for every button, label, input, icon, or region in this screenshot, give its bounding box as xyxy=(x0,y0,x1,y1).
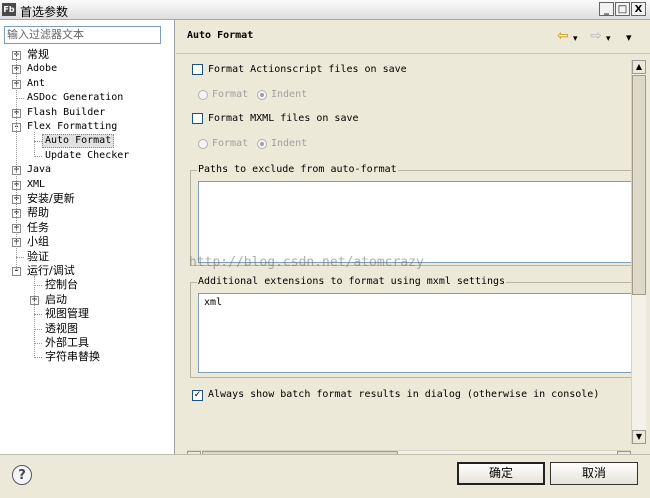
tree-item-label: 常规 xyxy=(27,48,49,61)
tree-connector xyxy=(34,329,42,330)
mxml-indent-radio-label: Indent xyxy=(271,138,308,149)
format-mxml-label: Format MXML files on save xyxy=(208,113,359,124)
filter-input[interactable]: 输入过滤器文本 xyxy=(4,26,161,44)
tree-item-label: 外部工具 xyxy=(45,336,89,349)
vertical-scrollbar[interactable]: ▲ ▼ xyxy=(631,60,646,444)
watermark-text: http://blog.csdn.net/atomcrazy xyxy=(189,255,424,270)
page-header: Auto Format ⇦ ▾ ⇨ ▾ ▾ xyxy=(176,20,650,54)
tree-guide-line xyxy=(16,53,17,269)
tree-item-label: 控制台 xyxy=(45,278,78,291)
back-arrow-icon[interactable]: ⇦ xyxy=(557,29,569,43)
cancel-button[interactable]: 取消 xyxy=(550,462,638,485)
ok-button[interactable]: 确定 xyxy=(457,462,545,485)
tree-guide-line xyxy=(34,132,35,157)
as-format-radio-label: Format xyxy=(212,89,249,100)
tree-connector xyxy=(16,257,24,258)
tree-item-label: Adobe xyxy=(27,63,58,74)
mxml-indent-radio[interactable] xyxy=(257,139,267,149)
as-indent-radio-label: Indent xyxy=(271,89,308,100)
tree-item-label: 小组 xyxy=(27,235,49,248)
close-button[interactable]: X xyxy=(631,2,646,16)
scroll-down-icon[interactable]: ▼ xyxy=(632,430,646,444)
tree-item-label: XML xyxy=(27,179,46,190)
tree-connector xyxy=(16,98,24,99)
title-bar: Fb 首选参数 _ □ X xyxy=(0,0,650,20)
as-format-radio[interactable] xyxy=(198,90,208,100)
minimize-button[interactable]: _ xyxy=(599,2,614,16)
format-mxml-checkbox[interactable] xyxy=(192,113,203,124)
tree-connector xyxy=(34,141,42,142)
tree-item-label: Java xyxy=(27,164,52,175)
exclude-paths-group: Paths to exclude from auto-format xyxy=(190,164,634,266)
tree-item-label: 字符串替换 xyxy=(45,350,100,363)
tree-connector xyxy=(34,314,42,315)
tree-item-label: Ant xyxy=(27,78,46,89)
tree-item-label: Flash Builder xyxy=(27,107,106,118)
tree-item-label: 验证 xyxy=(27,250,49,263)
settings-panel: Auto Format ⇦ ▾ ⇨ ▾ ▾ Format Actionscrip… xyxy=(176,20,650,466)
tree-item-label: Update Checker xyxy=(45,150,130,161)
maximize-button[interactable]: □ xyxy=(615,2,630,16)
batch-results-label: Always show batch format results in dial… xyxy=(208,389,600,400)
tree-item-label: Auto Format xyxy=(42,134,115,148)
tree-item-label: 视图管理 xyxy=(45,307,89,320)
tree-item-label: ASDoc Generation xyxy=(27,92,124,103)
exclude-paths-textarea[interactable] xyxy=(198,181,634,263)
extensions-group: Additional extensions to format using mx… xyxy=(190,276,634,378)
back-menu-icon[interactable]: ▾ xyxy=(573,32,578,46)
mxml-format-radio[interactable] xyxy=(198,139,208,149)
exclude-paths-title: Paths to exclude from auto-format xyxy=(197,164,398,175)
tree-item-label: Flex Formatting xyxy=(27,121,118,132)
format-actionscript-label: Format Actionscript files on save xyxy=(208,64,407,75)
dialog-button-bar: ? 确定 取消 xyxy=(0,454,650,498)
settings-content: Format Actionscript files on save Format… xyxy=(187,58,634,442)
tree-guide-line xyxy=(34,276,35,358)
forward-arrow-icon[interactable]: ⇨ xyxy=(590,29,602,43)
batch-results-checkbox[interactable]: ✓ xyxy=(192,390,203,401)
tree-item-label: 帮助 xyxy=(27,206,49,219)
vertical-scroll-thumb[interactable] xyxy=(632,75,646,295)
view-menu-icon[interactable]: ▾ xyxy=(626,31,632,45)
tree-item-label: 安装/更新 xyxy=(27,192,75,205)
tree-item-label: 透视图 xyxy=(45,322,78,335)
tree-item-label: 启动 xyxy=(45,293,67,306)
tree-connector xyxy=(34,343,42,344)
help-icon[interactable]: ? xyxy=(12,465,32,485)
window-title: 首选参数 xyxy=(20,5,69,19)
forward-menu-icon[interactable]: ▾ xyxy=(606,32,611,46)
tree-connector xyxy=(34,357,42,358)
app-icon: Fb xyxy=(2,3,16,16)
preferences-tree-panel: 输入过滤器文本 + 常规 + Adobe + Ant ASDoc Generation + Fl… xyxy=(0,20,175,454)
scroll-up-icon[interactable]: ▲ xyxy=(632,60,646,74)
mxml-format-radio-label: Format xyxy=(212,138,249,149)
tree-item-label: 任务 xyxy=(27,221,49,234)
extensions-title: Additional extensions to format using mx… xyxy=(197,276,507,287)
format-actionscript-checkbox[interactable] xyxy=(192,64,203,75)
tree-connector xyxy=(34,156,42,157)
extensions-textarea[interactable]: xml xyxy=(198,293,634,373)
tree-connector xyxy=(34,285,42,286)
as-indent-radio[interactable] xyxy=(257,90,267,100)
page-title: Auto Format xyxy=(187,30,254,41)
